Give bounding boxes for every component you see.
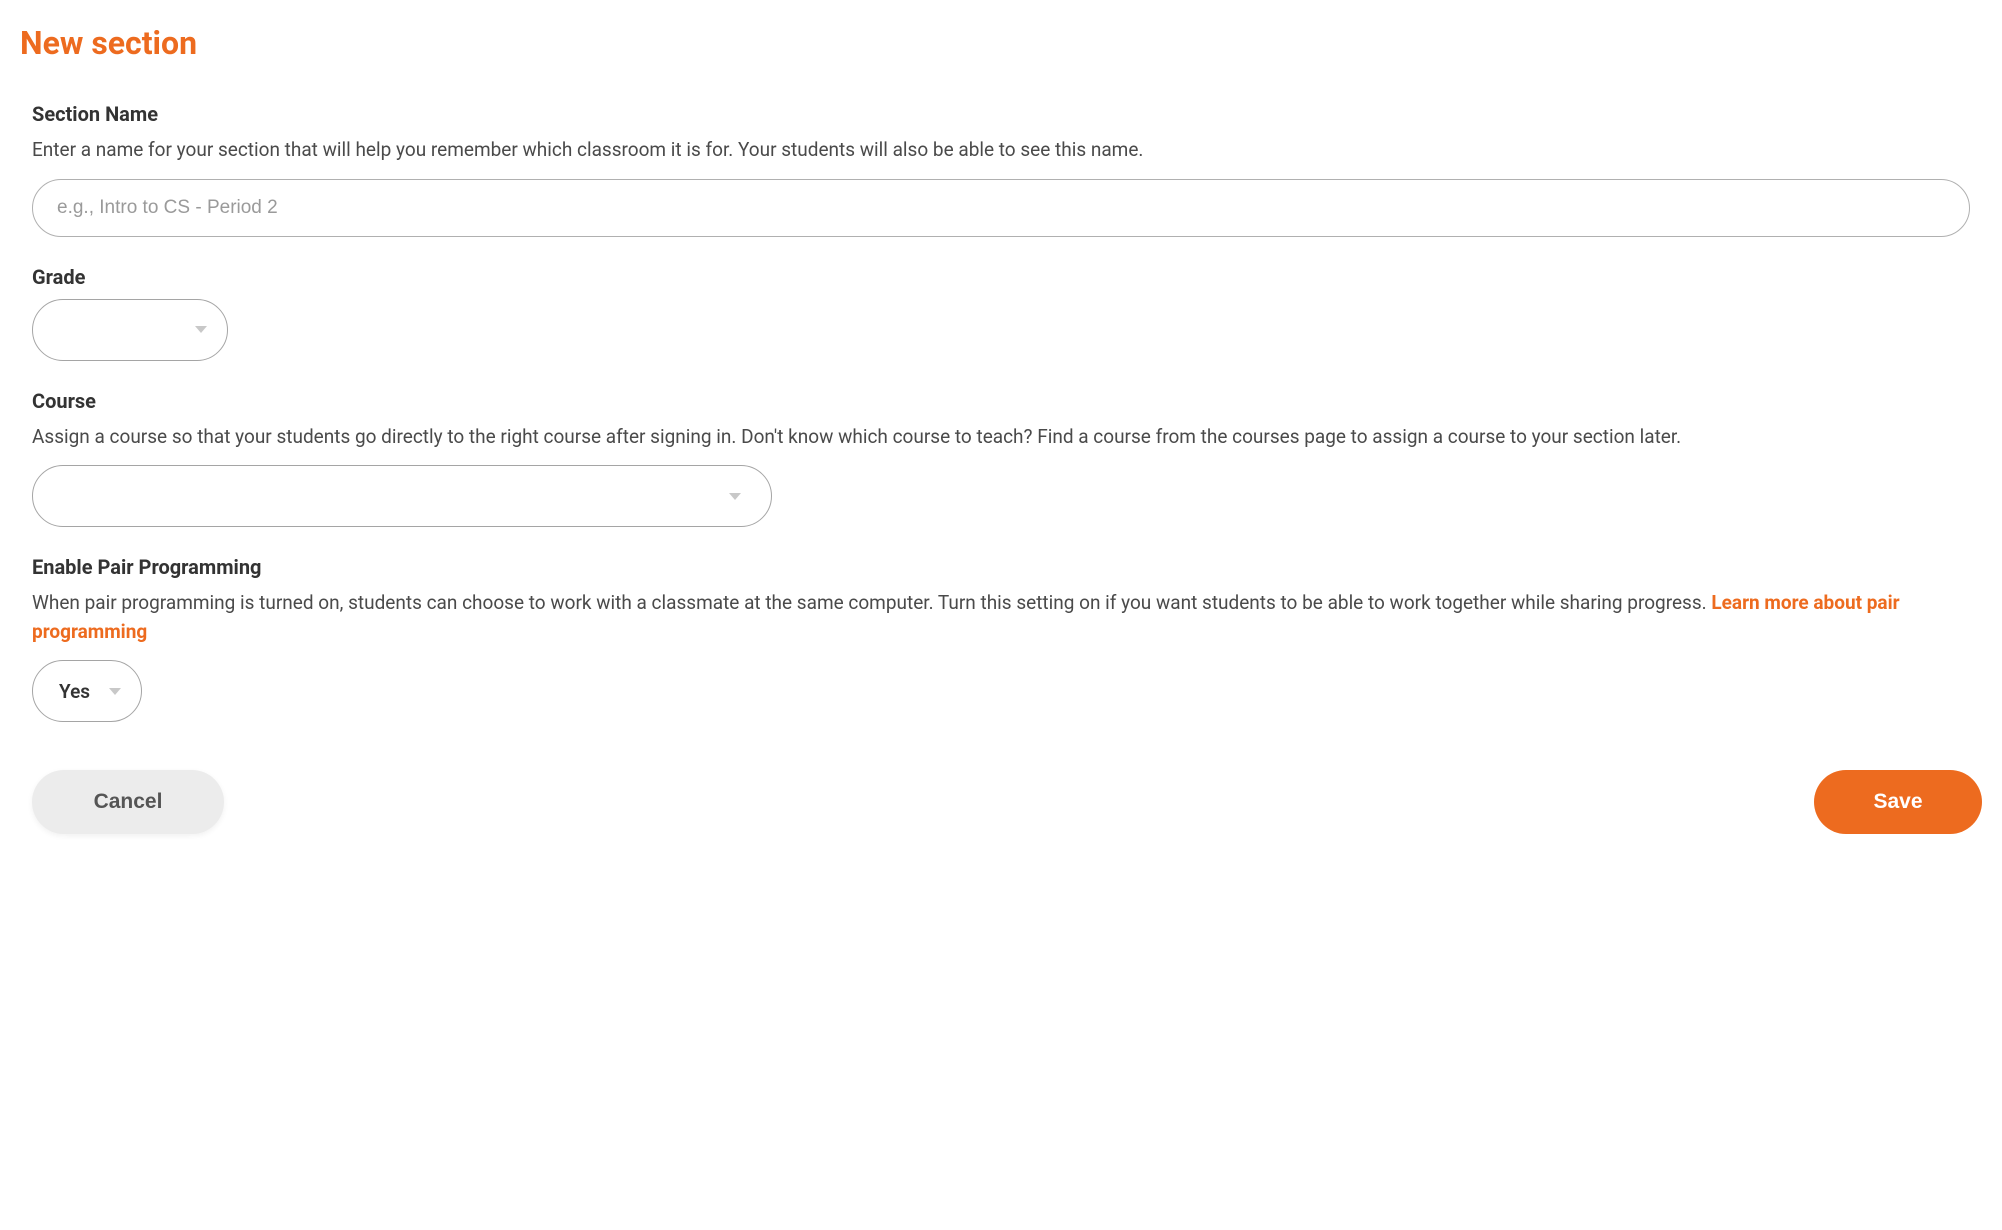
course-label: Course — [32, 389, 1970, 413]
pair-programming-description-text: When pair programming is turned on, stud… — [32, 591, 1711, 614]
pair-programming-select[interactable]: Yes — [32, 660, 142, 722]
button-row: Cancel Save — [20, 770, 1982, 834]
course-description: Assign a course so that your students go… — [32, 423, 1970, 452]
chevron-down-icon — [109, 688, 121, 695]
grade-field-group: Grade — [32, 265, 1970, 361]
pair-programming-label: Enable Pair Programming — [32, 555, 1970, 579]
pair-programming-select-value: Yes — [59, 680, 99, 703]
section-name-input[interactable] — [32, 179, 1970, 237]
pair-programming-description: When pair programming is turned on, stud… — [32, 589, 1970, 646]
section-name-field-group: Section Name Enter a name for your secti… — [32, 102, 1970, 237]
save-button[interactable]: Save — [1814, 770, 1982, 834]
form-content: Section Name Enter a name for your secti… — [20, 102, 1982, 722]
section-name-description: Enter a name for your section that will … — [32, 136, 1970, 165]
course-select[interactable] — [32, 465, 772, 527]
chevron-down-icon — [195, 326, 207, 333]
section-name-label: Section Name — [32, 102, 1970, 126]
pair-programming-field-group: Enable Pair Programming When pair progra… — [32, 555, 1970, 722]
cancel-button[interactable]: Cancel — [32, 770, 224, 834]
grade-label: Grade — [32, 265, 1970, 289]
page-title: New section — [20, 24, 1982, 62]
grade-select[interactable] — [32, 299, 228, 361]
course-field-group: Course Assign a course so that your stud… — [32, 389, 1970, 528]
chevron-down-icon — [729, 493, 741, 500]
